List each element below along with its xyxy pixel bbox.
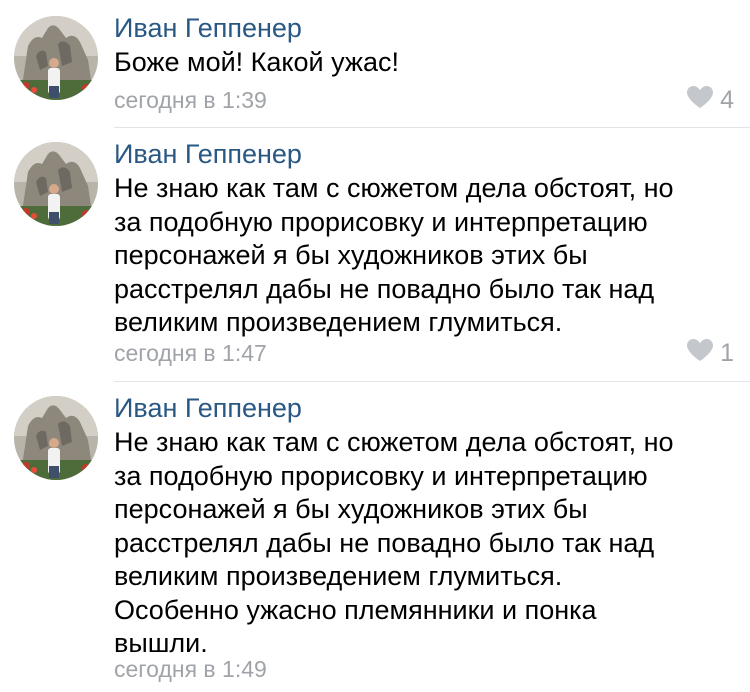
heart-icon xyxy=(686,85,714,116)
like-button[interactable]: 1 xyxy=(686,338,734,369)
author-name[interactable]: Иван Геппенер xyxy=(114,139,302,169)
avatar[interactable] xyxy=(14,16,98,100)
comment-timestamp[interactable]: сегодня в 1:39 xyxy=(114,87,267,113)
comment-item: Иван Геппенер Не знаю как там с сюжетом … xyxy=(0,128,750,382)
heart-icon xyxy=(686,338,714,369)
comment-text: Не знаю как там с сюжетом дела обстоят, … xyxy=(114,427,674,658)
like-button[interactable]: 4 xyxy=(686,85,734,116)
like-count: 4 xyxy=(720,85,734,114)
comment-text: Боже мой! Какой ужас! xyxy=(114,47,400,77)
comment-text: Не знаю как там с сюжетом дела обстоят, … xyxy=(114,173,674,337)
like-count: 1 xyxy=(720,338,734,367)
comment-timestamp[interactable]: сегодня в 1:49 xyxy=(114,656,267,682)
author-name[interactable]: Иван Геппенер xyxy=(114,13,302,43)
comment-timestamp[interactable]: сегодня в 1:47 xyxy=(114,340,267,366)
author-name[interactable]: Иван Геппенер xyxy=(114,393,302,423)
comment-item: Иван Геппенер Не знаю как там с сюжетом … xyxy=(0,382,750,692)
avatar[interactable] xyxy=(14,396,98,480)
avatar[interactable] xyxy=(14,142,98,226)
comment-item: Иван Геппенер Боже мой! Какой ужас! сего… xyxy=(0,0,750,128)
